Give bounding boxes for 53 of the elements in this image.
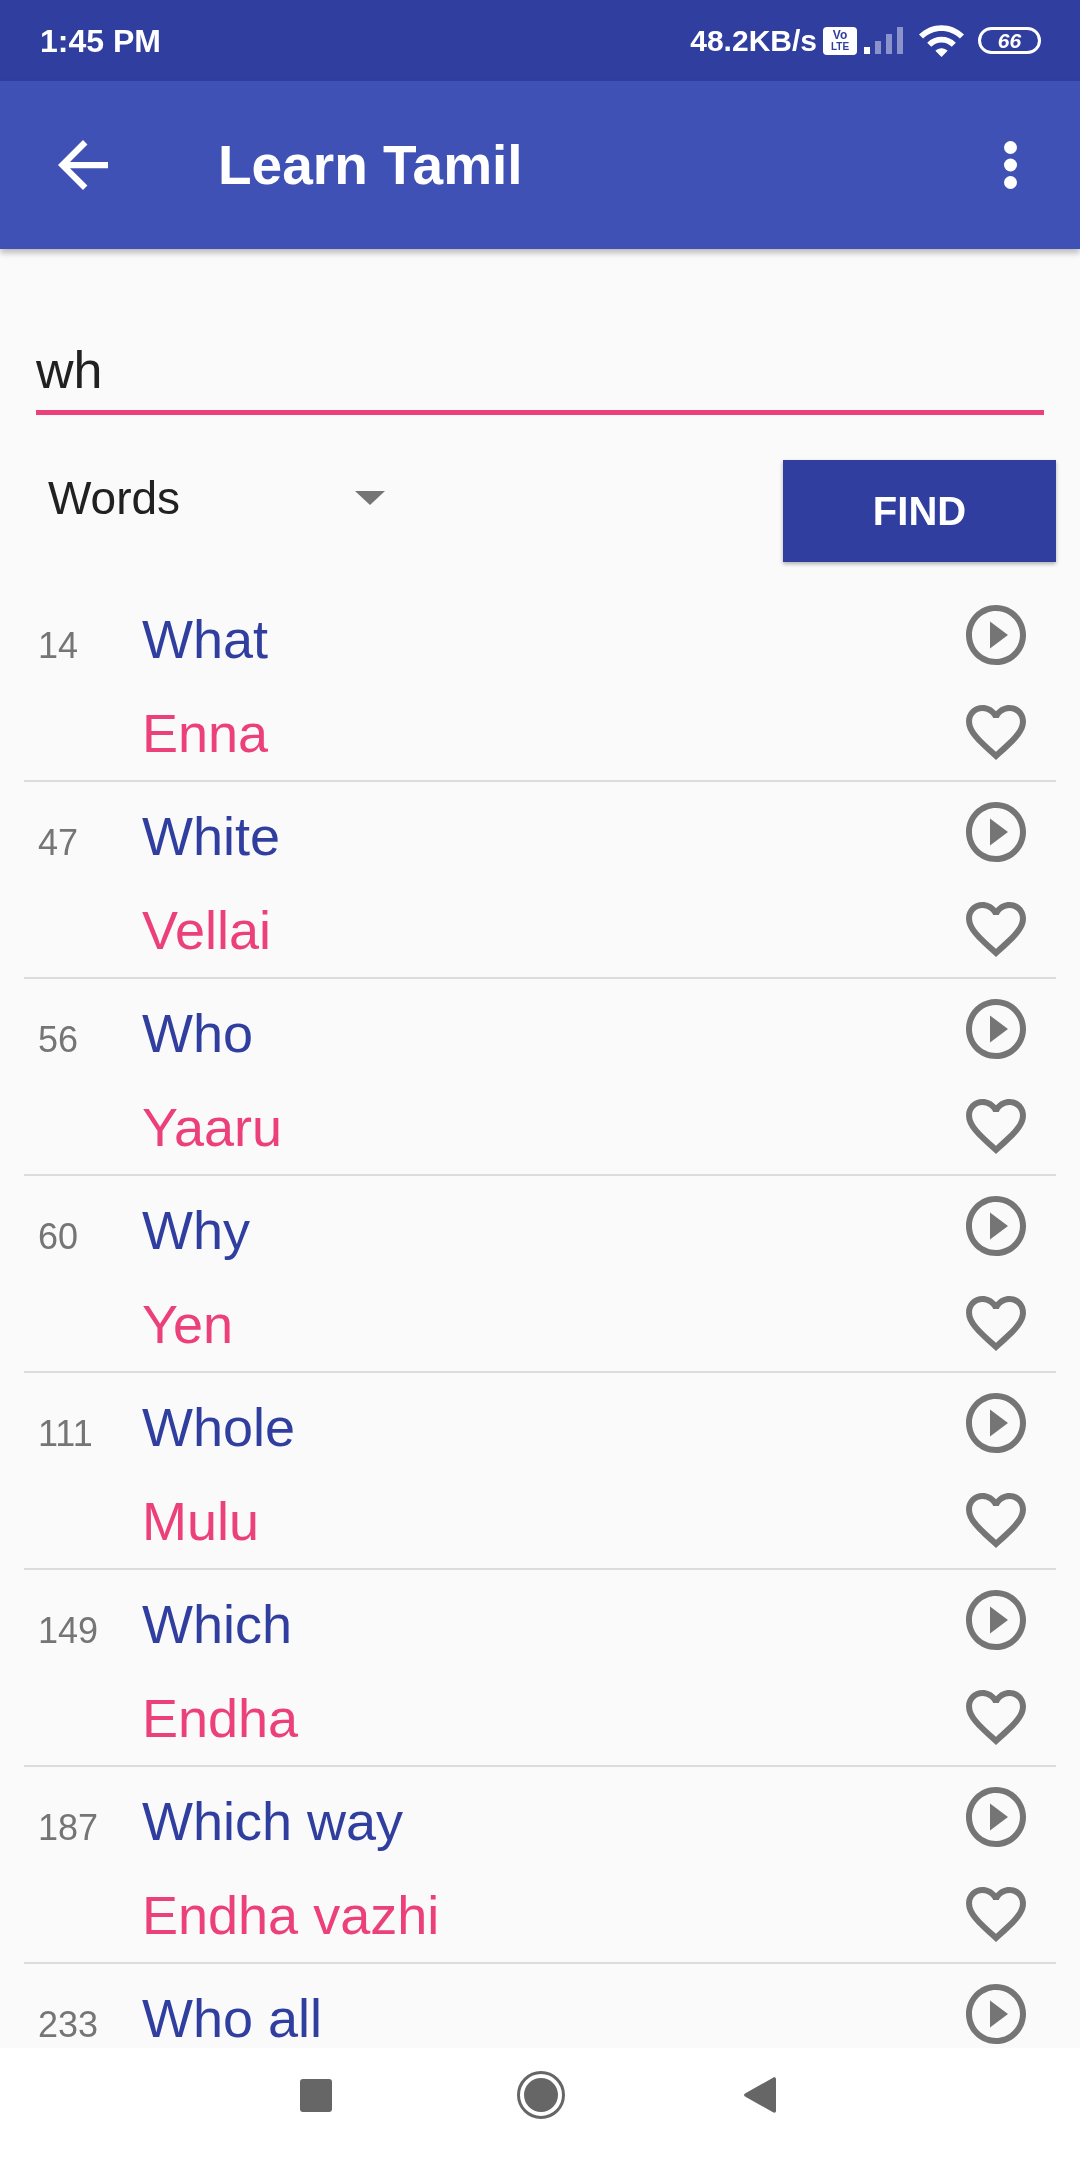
word-number: 149	[37, 1613, 100, 1649]
heart-outline-icon[interactable]	[966, 1493, 1026, 1548]
heart-outline-icon[interactable]	[966, 902, 1026, 957]
search-field[interactable]: wh	[36, 330, 1044, 415]
tamil-word: Endha	[142, 1690, 300, 1745]
network-speed: 48.2KB/s	[690, 25, 817, 56]
heart-outline-icon[interactable]	[966, 1099, 1026, 1154]
word-number: 60	[37, 1219, 80, 1255]
square-icon[interactable]	[300, 2078, 332, 2112]
word-number: 14	[37, 628, 80, 664]
caret-icon	[355, 491, 385, 505]
word-number: 56	[37, 1022, 80, 1058]
english-word: Which	[142, 1597, 293, 1651]
tamil-word: Enna	[142, 705, 270, 760]
heart-outline-icon[interactable]	[966, 1690, 1026, 1745]
tamil-word: Endha vazhi	[142, 1887, 441, 1942]
status-time: 1:45 PM	[40, 24, 161, 57]
word-number: 233	[37, 2007, 100, 2043]
english-word: White	[142, 809, 281, 863]
english-word: Who all	[142, 1991, 323, 2045]
play-icon[interactable]	[966, 1590, 1026, 1650]
volte-text: Vo	[832, 29, 848, 41]
play-icon[interactable]	[966, 1787, 1026, 1847]
heart-outline-icon[interactable]	[966, 1296, 1026, 1351]
volte-text: LTE	[830, 41, 850, 52]
words-dropdown[interactable]: Words	[36, 460, 402, 536]
play-icon[interactable]	[966, 1196, 1026, 1256]
english-word: Who	[142, 1006, 254, 1060]
word-number: 111	[37, 1416, 94, 1452]
play-icon[interactable]	[966, 1984, 1026, 2044]
find-button[interactable]: FIND	[783, 460, 1056, 562]
heart-outline-icon[interactable]	[966, 705, 1026, 760]
tamil-word: Vellai	[142, 902, 273, 957]
more-options-icon	[1003, 141, 1017, 189]
back-arrow-icon	[58, 140, 108, 190]
english-word: Whole	[142, 1400, 296, 1454]
tamil-word: Mulu	[142, 1493, 261, 1548]
english-word: What	[142, 612, 269, 666]
play-icon[interactable]	[966, 1393, 1026, 1453]
play-icon[interactable]	[966, 605, 1026, 665]
app-title: Learn Tamil	[218, 137, 523, 193]
circle-icon[interactable]	[517, 2071, 565, 2119]
triangle-icon[interactable]	[744, 2077, 776, 2113]
word-number: 187	[37, 1810, 100, 1846]
tamil-word: Yaaru	[142, 1099, 284, 1154]
play-icon[interactable]	[966, 802, 1026, 862]
battery-indicator: 66	[978, 27, 1041, 54]
play-icon[interactable]	[966, 999, 1026, 1059]
signal-icon	[864, 27, 904, 54]
wifi-icon	[919, 24, 964, 57]
heart-outline-icon[interactable]	[966, 1887, 1026, 1942]
word-number: 47	[37, 825, 80, 861]
tamil-word: Yen	[142, 1296, 235, 1351]
